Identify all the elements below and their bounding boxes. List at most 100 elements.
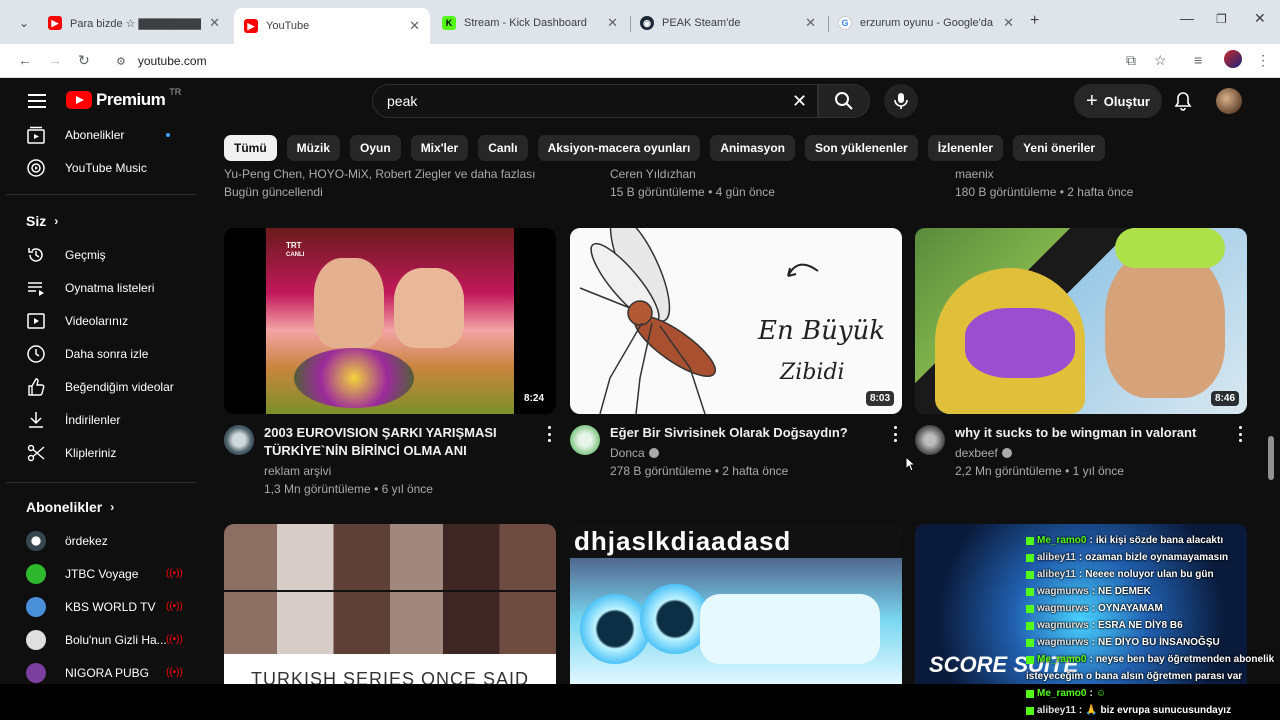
forward-icon[interactable]: →: [48, 52, 62, 68]
new-content-dot: [166, 132, 170, 137]
browser-tab[interactable]: K Stream - Kick Dashboard ✕: [432, 8, 628, 38]
channel-avatar: [26, 662, 46, 683]
sidebar-item-playlists[interactable]: Oynatma listeleri: [6, 271, 202, 304]
video-channel-name[interactable]: dexbeef: [955, 444, 1012, 462]
back-icon[interactable]: ←: [18, 52, 32, 68]
video-channel-name[interactable]: Donca: [610, 444, 659, 462]
sidebar-you-heading[interactable]: Siz ›: [26, 213, 58, 229]
tab-search-button[interactable]: ⌄: [12, 12, 36, 34]
kick-badge-icon: [1026, 621, 1034, 630]
sidebar-item-downloads[interactable]: İndirilenler: [6, 403, 202, 436]
chevron-right-icon: ›: [110, 500, 115, 514]
chip-recently-uploaded[interactable]: Son yüklenenler: [805, 135, 918, 161]
section-heading: Abonelikler: [26, 499, 103, 515]
page-scrollbar[interactable]: [1268, 436, 1274, 480]
channel-avatar[interactable]: [915, 425, 945, 455]
chip-action-adventure[interactable]: Aksiyon-macera oyunları: [537, 135, 701, 161]
video-thumbnail[interactable]: TURKISH SERIES ONCE SAID: [224, 524, 556, 684]
video-title[interactable]: 2003 EUROVISION ŞARKI YARIŞMASI TÜRKİYE`…: [264, 424, 524, 460]
sidebar-channel[interactable]: JTBC Voyage ((•)): [6, 557, 202, 590]
close-tab-icon[interactable]: ✕: [1003, 15, 1014, 31]
notifications-bell-icon[interactable]: [1172, 90, 1194, 112]
video-channel-name[interactable]: reklam arşivi: [264, 462, 331, 480]
voice-search-button[interactable]: [884, 84, 918, 118]
sidebar-item-label: Videolarınız: [65, 313, 129, 328]
video-meta-partial: Yu-Peng Chen, HOYO-MiX, Robert Ziegler v…: [224, 165, 535, 201]
sidebar-channel[interactable]: Bolu'nun Gizli Ha... ((•)): [6, 623, 202, 656]
sidebar-channel[interactable]: ördekez: [6, 524, 202, 557]
video-thumbnail[interactable]: dhjaslkdiaadasd: [570, 524, 902, 684]
chip-game[interactable]: Oyun: [350, 135, 401, 161]
live-indicator-icon: ((•)): [166, 667, 183, 678]
chip-live[interactable]: Canlı: [478, 135, 528, 161]
thumbnail-character: [1105, 248, 1225, 398]
sidebar-channel[interactable]: KBS WORLD TV ((•)): [6, 590, 202, 623]
browser-tab-active[interactable]: ▶ YouTube ✕: [234, 8, 430, 44]
channel-avatar[interactable]: [570, 425, 600, 455]
reload-icon[interactable]: ↻: [78, 52, 90, 69]
playlists-icon: [26, 278, 46, 298]
kick-badge-icon: [1026, 638, 1034, 647]
channel-name: KBS WORLD TV: [65, 599, 156, 614]
search-input[interactable]: [387, 93, 767, 109]
create-button[interactable]: + Oluştur: [1074, 84, 1162, 118]
close-tab-icon[interactable]: ✕: [209, 15, 220, 31]
video-thumbnail[interactable]: TRT CANLI 8:24: [224, 228, 556, 414]
sidebar-item-label: Oynatma listeleri: [65, 280, 155, 295]
tab-title: PEAK Steam'de: [662, 17, 741, 29]
sidebar-item-your-videos[interactable]: Videolarınız: [6, 304, 202, 337]
close-tab-icon[interactable]: ✕: [805, 15, 816, 31]
your-videos-icon: [26, 311, 46, 331]
close-tab-icon[interactable]: ✕: [607, 15, 618, 31]
sidebar-item-liked-videos[interactable]: Beğendiğim videolar: [6, 370, 202, 403]
sidebar-item-watch-later[interactable]: Daha sonra izle: [6, 337, 202, 370]
omnibox[interactable]: ⚙ youtube.com: [106, 48, 1106, 74]
bookmark-star-icon[interactable]: ☆: [1154, 52, 1167, 69]
menu-icon[interactable]: [28, 94, 46, 108]
sidebar-item-label: Klipleriniz: [65, 445, 117, 460]
sidebar-item-history[interactable]: Geçmiş: [6, 238, 202, 271]
channel-name: NIGORA PUBG: [65, 665, 150, 680]
search-button[interactable]: [818, 84, 870, 118]
search-box[interactable]: [372, 84, 818, 118]
sidebar-item-clips[interactable]: Klipleriniz: [6, 436, 202, 469]
sidebar-item-youtube-music[interactable]: YouTube Music: [6, 151, 202, 184]
new-tab-icon[interactable]: +: [1030, 12, 1039, 30]
chat-text: ozaman bizle oynamayamasın: [1085, 552, 1229, 563]
browser-menu-icon[interactable]: ⋮: [1256, 52, 1270, 69]
video-title[interactable]: Eğer Bir Sivrisinek Olarak Doğsaydın?: [610, 424, 870, 442]
chip-all[interactable]: Tümü: [224, 135, 277, 161]
kick-badge-icon: [1026, 604, 1034, 613]
more-options-icon[interactable]: [1237, 426, 1243, 442]
browser-profile-avatar[interactable]: [1224, 50, 1242, 68]
sidebar-subscriptions-heading[interactable]: Abonelikler ›: [26, 499, 114, 515]
sidebar-item-subscriptions[interactable]: Abonelikler: [6, 118, 202, 151]
site-info-icon[interactable]: ⚙: [116, 55, 126, 68]
sidebar-item-label: İndirilenler: [65, 412, 121, 427]
chip-mixes[interactable]: Mix'ler: [410, 135, 469, 161]
video-title[interactable]: why it sucks to be wingman in valorant: [955, 424, 1215, 442]
close-tab-icon[interactable]: ✕: [409, 18, 420, 34]
browser-tab[interactable]: ◉ PEAK Steam'de ✕: [630, 8, 826, 38]
more-options-icon[interactable]: [892, 426, 898, 442]
chip-animation[interactable]: Animasyon: [710, 135, 795, 161]
media-controls-icon[interactable]: ≡: [1194, 52, 1202, 68]
install-app-icon[interactable]: ⧉: [1126, 52, 1136, 69]
duration-badge: 8:03: [865, 391, 894, 406]
youtube-premium-logo[interactable]: Premium TR: [66, 87, 181, 110]
account-avatar[interactable]: [1216, 88, 1242, 114]
clear-search-icon[interactable]: ✕: [792, 91, 807, 112]
more-options-icon[interactable]: [546, 426, 552, 442]
chip-watched[interactable]: İzlenenler: [927, 135, 1004, 161]
browser-tab[interactable]: G erzurum oyunu - Google'da Ara ✕: [828, 8, 1024, 38]
chip-new-to-you[interactable]: Yeni öneriler: [1013, 135, 1106, 161]
maximize-icon[interactable]: ❐: [1216, 12, 1227, 26]
sidebar-item-label: Beğendiğim videolar: [65, 379, 174, 394]
chip-music[interactable]: Müzik: [286, 135, 341, 161]
browser-tab[interactable]: ▶ Para bizde ☆ ▇▇▇▇▇▇▇▇▇ ✕: [38, 8, 230, 38]
channel-avatar[interactable]: [224, 425, 254, 455]
video-thumbnail[interactable]: 8:46: [915, 228, 1247, 414]
minimize-icon[interactable]: —: [1180, 10, 1194, 26]
window-close-icon[interactable]: ✕: [1254, 10, 1266, 27]
video-thumbnail[interactable]: En Büyük Zibidi 8:03: [570, 228, 902, 414]
